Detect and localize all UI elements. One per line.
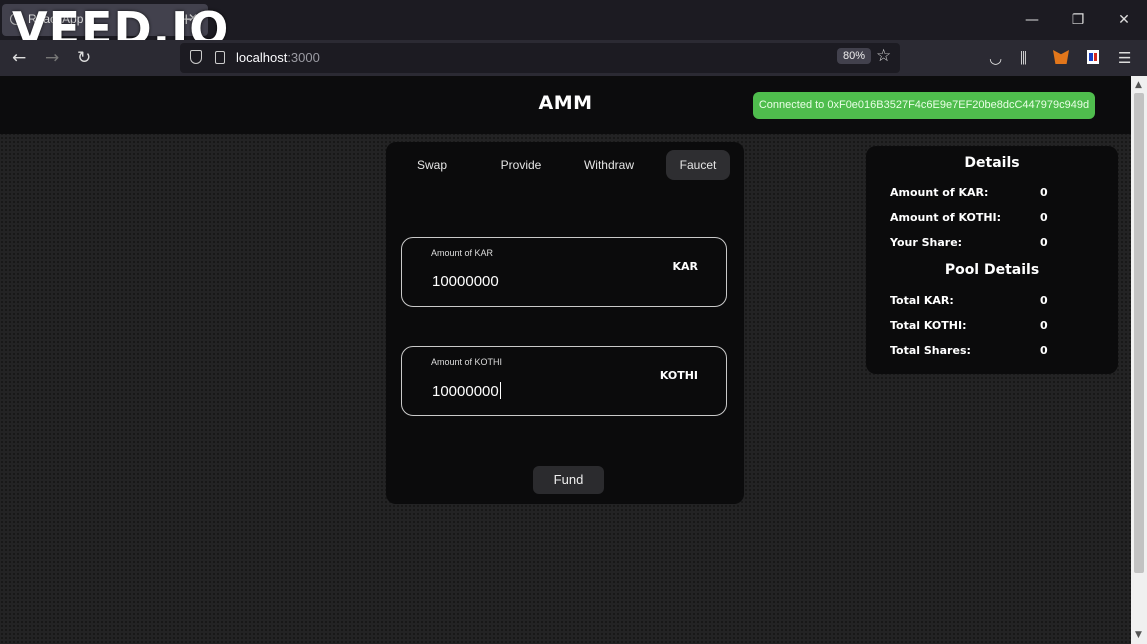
fund-button[interactable]: Fund [533, 466, 604, 494]
back-arrow-icon[interactable]: ← [12, 48, 26, 68]
zoom-level-badge[interactable]: 80% [837, 48, 872, 64]
kar-amount-input[interactable]: 10000000 [432, 273, 499, 290]
kothi-amount-label: Amount of KOTHI [431, 357, 503, 367]
pool-detail-value: 0 [1040, 319, 1048, 332]
detail-value: 0 [1040, 236, 1048, 249]
browser-tab-bar: React App ✕ + VEED.IO — ❐ ✕ [0, 0, 1147, 56]
pool-details-heading: Pool Details [944, 262, 1040, 278]
window-controls: — ❐ ✕ [1009, 0, 1147, 40]
kar-amount-label: Amount of KAR [431, 248, 494, 258]
url-bar[interactable]: localhost:3000 80% ☆ [180, 43, 900, 73]
detail-value: 0 [1040, 186, 1048, 199]
library-icon[interactable]: ⫼ [1020, 48, 1027, 68]
kothi-amount-value: 10000000 [432, 383, 499, 400]
text-caret [499, 382, 501, 399]
app-header: AMM Connected to 0xF0e016B3527F4c6E9e7EF… [0, 76, 1131, 134]
tab-swap[interactable]: Swap [402, 150, 462, 180]
tab-faucet[interactable]: Faucet [666, 150, 730, 180]
page-scrollbar[interactable]: ▲ ▼ [1131, 76, 1147, 644]
scrollbar-thumb[interactable] [1134, 93, 1144, 573]
pool-detail-row: Total KAR: 0 [890, 294, 1050, 307]
kothi-amount-field[interactable]: Amount of KOTHI 10000000 KOTHI [401, 346, 727, 416]
pool-detail-value: 0 [1040, 344, 1048, 357]
reload-icon[interactable]: ↻ [77, 48, 91, 68]
restore-button[interactable]: ❐ [1055, 0, 1101, 40]
metamask-fox-icon[interactable] [1053, 50, 1069, 64]
wallet-connected-badge: Connected to 0xF0e016B3527F4c6E9e7EF20be… [753, 92, 1095, 119]
tab-list: Swap Provide Withdraw Faucet [386, 150, 744, 180]
detail-value: 0 [1040, 211, 1048, 224]
url-host: localhost [236, 50, 288, 65]
detail-label: Amount of KAR: [890, 186, 989, 199]
pool-detail-label: Total KOTHI: [890, 319, 967, 332]
forward-arrow-icon[interactable]: → [45, 48, 59, 68]
browser-nav-bar: ← → ↻ localhost:3000 80% ☆ ◡ ⫼ ☰ [0, 40, 1147, 76]
pool-detail-row: Total Shares: 0 [890, 344, 1050, 357]
main-card: Swap Provide Withdraw Faucet Amount of K… [386, 142, 744, 504]
url-text[interactable]: localhost:3000 [236, 50, 320, 65]
kar-amount-field[interactable]: Amount of KAR 10000000 KAR [401, 237, 727, 307]
pocket-icon[interactable]: ◡ [989, 48, 1002, 68]
detail-row: Amount of KOTHI: 0 [890, 211, 1050, 224]
pool-detail-value: 0 [1040, 294, 1048, 307]
detail-label: Your Share: [890, 236, 963, 249]
url-port: :3000 [287, 50, 320, 65]
bookmark-star-icon[interactable]: ☆ [876, 46, 891, 66]
kothi-amount-input[interactable]: 10000000 [432, 382, 501, 400]
scroll-up-arrow-icon[interactable]: ▲ [1135, 80, 1142, 90]
kar-token-label: KAR [672, 260, 698, 273]
scroll-down-arrow-icon[interactable]: ▼ [1135, 630, 1142, 640]
tracking-shield-icon[interactable] [190, 50, 202, 64]
pool-detail-label: Total KAR: [890, 294, 954, 307]
hamburger-menu-icon[interactable]: ☰ [1118, 48, 1131, 68]
details-panel: Details Amount of KAR: 0 Amount of KOTHI… [866, 146, 1118, 374]
detail-row: Amount of KAR: 0 [890, 186, 1050, 199]
close-window-button[interactable]: ✕ [1101, 0, 1147, 40]
pool-detail-row: Total KOTHI: 0 [890, 319, 1050, 332]
minimize-button[interactable]: — [1009, 0, 1055, 40]
extension-icon[interactable] [1087, 50, 1099, 64]
details-heading: Details [964, 155, 1020, 171]
tab-provide[interactable]: Provide [488, 150, 554, 180]
page-content: AMM Connected to 0xF0e016B3527F4c6E9e7EF… [0, 76, 1131, 644]
kothi-token-label: KOTHI [659, 369, 698, 382]
tab-withdraw[interactable]: Withdraw [576, 150, 642, 180]
pool-detail-label: Total Shares: [890, 344, 971, 357]
page-info-icon[interactable] [215, 51, 225, 64]
detail-row: Your Share: 0 [890, 236, 1050, 249]
detail-label: Amount of KOTHI: [890, 211, 1002, 224]
